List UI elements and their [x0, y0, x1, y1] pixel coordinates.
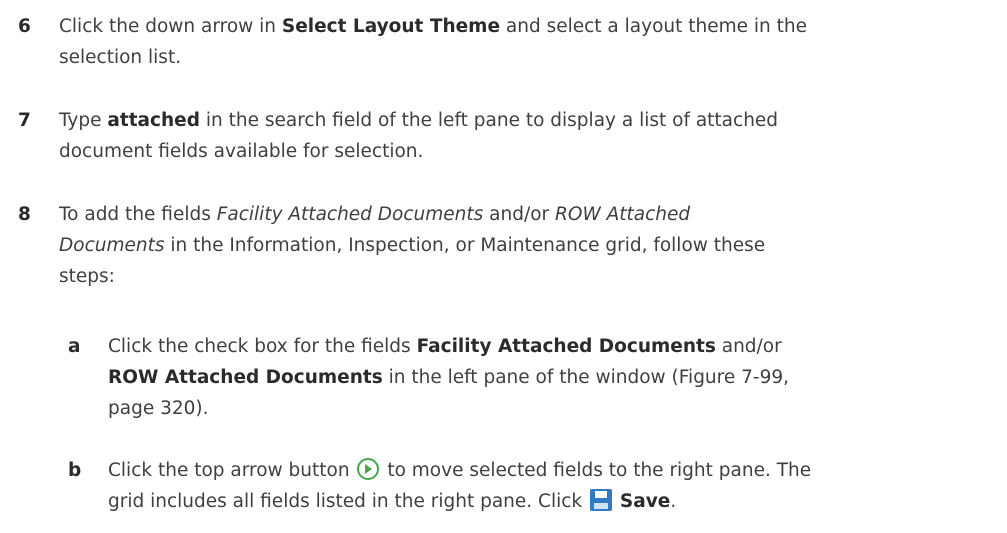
text-run: .	[670, 491, 677, 512]
step-text: Type attached in the search field of the…	[59, 105, 1003, 167]
text-run: in the left pane of the window (Figure 7…	[382, 367, 789, 388]
text-line: selection list.	[59, 42, 1003, 73]
text-run: page 320).	[108, 398, 209, 419]
text-line: To add the fields Facility Attached Docu…	[59, 199, 1003, 230]
field-name-documents: Documents	[59, 235, 165, 256]
text-line: page 320).	[108, 393, 1003, 424]
text-run: in the Information, Inspection, or Maint…	[164, 235, 766, 256]
field-label-row-attached-documents: ROW Attached Documents	[108, 367, 383, 388]
text-line: grid includes all fields listed in the r…	[108, 486, 1003, 517]
text-line: Click the check box for the fields Facil…	[108, 331, 1003, 362]
ui-label-select-layout-theme: Select Layout Theme	[281, 16, 501, 37]
text-run: Click the top arrow button	[108, 460, 356, 481]
field-name-facility-attached-documents: Facility Attached Documents	[216, 204, 484, 225]
save-label: Save	[619, 491, 671, 512]
text-run: grid includes all fields listed in the r…	[108, 491, 589, 512]
text-line: Documents in the Information, Inspection…	[59, 230, 1003, 261]
step-number: 7	[18, 110, 31, 131]
substep-letter: b	[68, 460, 82, 481]
text-run: To add the fields	[59, 204, 217, 225]
text-run: in the search field of the left pane to …	[199, 110, 779, 131]
keyword-attached: attached	[107, 110, 200, 131]
substep-letter: a	[68, 336, 81, 357]
step-number: 8	[18, 204, 31, 225]
text-run: Click the down arrow in	[59, 16, 282, 37]
step-text: To add the fields Facility Attached Docu…	[59, 199, 1003, 292]
text-run: steps:	[59, 266, 115, 287]
text-run: to move selected fields to the right pan…	[381, 460, 812, 481]
field-label-facility-attached-documents: Facility Attached Documents	[416, 336, 716, 357]
text-line: Type attached in the search field of the…	[59, 105, 1003, 136]
text-line: ROW Attached Documents in the left pane …	[108, 362, 1003, 393]
text-run: Type	[59, 110, 108, 131]
text-run: Click the check box for the fields	[108, 336, 417, 357]
right-arrow-circle-icon	[357, 458, 380, 480]
substep-text: Click the top arrow button to move selec…	[108, 455, 1003, 517]
text-line: Click the down arrow in Select Layout Th…	[59, 11, 1003, 42]
text-run: selection list.	[59, 47, 182, 68]
text-run: document fields available for selection.	[59, 141, 424, 162]
text-line: document fields available for selection.	[59, 136, 1003, 167]
text-run: and select a layout theme in the	[500, 16, 807, 37]
field-name-row-attached: ROW Attached	[555, 204, 691, 225]
text-run: and/or	[715, 336, 782, 357]
step-text: Click the down arrow in Select Layout Th…	[59, 11, 1003, 73]
floppy-save-icon	[590, 489, 613, 511]
substep-text: Click the check box for the fields Facil…	[108, 331, 1003, 424]
text-line: Click the top arrow button to move selec…	[108, 455, 1003, 486]
step-number: 6	[18, 16, 31, 37]
text-line: steps:	[59, 261, 1003, 292]
text-run: and/or	[483, 204, 556, 225]
